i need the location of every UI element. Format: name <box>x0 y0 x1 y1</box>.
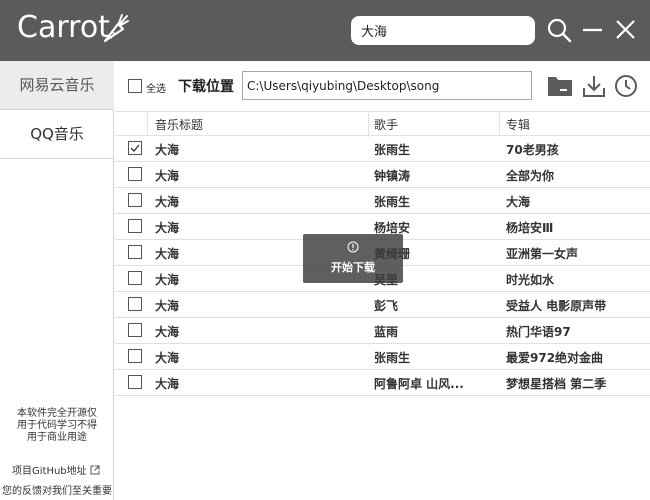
disclaimer-line: 用于商业用途 <box>27 432 87 443</box>
cell-album: 受益人 电影原声带 <box>506 299 607 313</box>
history-clock-icon[interactable] <box>614 74 638 98</box>
cell-artist: 阿鲁阿卓 山风... <box>374 377 464 391</box>
cell-title: 大海 <box>155 273 180 287</box>
download-location-label: 下载位置 <box>178 79 234 95</box>
search-icon[interactable] <box>546 17 572 43</box>
check-icon <box>130 144 140 152</box>
row-checkbox[interactable] <box>128 193 142 207</box>
row-checkbox[interactable] <box>128 297 142 311</box>
external-link-icon <box>90 465 100 475</box>
table-row[interactable]: 大海 钟镇涛 全部为你 <box>115 162 650 188</box>
cell-title: 大海 <box>155 299 180 313</box>
column-divider <box>368 112 369 136</box>
column-divider <box>147 112 148 136</box>
download-toast: 开始下载 <box>303 234 403 283</box>
app-logo: Carrot <box>17 10 110 45</box>
search-input[interactable] <box>351 16 535 45</box>
sidebar-item-qq[interactable]: QQ音乐 <box>0 110 114 159</box>
cell-title: 大海 <box>155 143 180 157</box>
title-bar: Carrot <box>0 0 650 61</box>
row-checkbox[interactable] <box>128 323 142 337</box>
close-icon[interactable] <box>613 17 639 43</box>
cell-artist: 张雨生 <box>374 195 411 209</box>
download-icon[interactable] <box>582 74 606 98</box>
minimize-icon[interactable] <box>580 17 606 43</box>
header-title[interactable]: 音乐标题 <box>155 116 203 133</box>
select-all-checkbox[interactable] <box>128 79 142 93</box>
table-row[interactable]: 大海 彭飞 受益人 电影原声带 <box>115 292 650 318</box>
cell-album: 杨培安Ⅲ <box>506 221 554 235</box>
cell-title: 大海 <box>155 221 180 235</box>
song-table: 音乐标题 歌手 专辑 大海 张雨生 70老男孩 大海 钟镇涛 全部为你 大海 张雨生 大海 大海杨… <box>115 111 650 500</box>
cell-album: 70老男孩 <box>506 143 559 157</box>
table-header: 音乐标题 歌手 专辑 <box>115 111 650 136</box>
table-row[interactable]: 大海 蓝雨 热门华语97 <box>115 318 650 344</box>
disclaimer-line: 本软件完全开源仅 <box>17 408 97 419</box>
github-link[interactable]: 项目GitHub地址 <box>12 462 100 477</box>
download-path-input[interactable] <box>242 71 532 100</box>
disclaimer-text: 本软件完全开源仅 用于代码学习不得 用于商业用途 <box>0 408 114 444</box>
row-checkbox[interactable] <box>128 245 142 259</box>
cell-album: 时光如水 <box>506 273 555 287</box>
cell-title: 大海 <box>155 325 180 339</box>
toolbar: 全选 下载位置 <box>115 61 650 111</box>
cell-album: 最爱972绝对金曲 <box>506 351 604 365</box>
row-checkbox[interactable] <box>128 141 142 155</box>
header-artist[interactable]: 歌手 <box>374 116 398 133</box>
disclaimer-line: 用于代码学习不得 <box>17 420 97 431</box>
sidebar: 网易云音乐 QQ音乐 本软件完全开源仅 用于代码学习不得 用于商业用途 项目Gi… <box>0 61 114 500</box>
folder-icon[interactable] <box>547 75 573 97</box>
feedback-link[interactable]: 您的反馈对我们至关重要 <box>2 482 112 497</box>
toast-text: 开始下载 <box>331 261 375 274</box>
cell-album: 大海 <box>506 195 531 209</box>
row-checkbox[interactable] <box>128 375 142 389</box>
info-circle-icon <box>347 241 359 253</box>
header-album[interactable]: 专辑 <box>506 116 530 133</box>
select-all-label: 全选 <box>146 84 166 95</box>
cell-title: 大海 <box>155 195 180 209</box>
cell-album: 全部为你 <box>506 169 555 183</box>
cell-title: 大海 <box>155 377 180 391</box>
cell-artist: 彭飞 <box>374 299 399 313</box>
github-link-label: 项目GitHub地址 <box>12 466 87 477</box>
column-divider <box>499 112 500 136</box>
table-row[interactable]: 大海 张雨生 70老男孩 <box>115 136 650 162</box>
cell-title: 大海 <box>155 351 180 365</box>
row-checkbox[interactable] <box>128 219 142 233</box>
cell-artist: 张雨生 <box>374 351 411 365</box>
cell-album: 热门华语97 <box>506 325 571 339</box>
carrot-logo-icon <box>103 14 129 43</box>
table-row[interactable]: 大海 张雨生 大海 <box>115 188 650 214</box>
table-row[interactable]: 大海 张雨生 最爱972绝对金曲 <box>115 344 650 370</box>
cell-title: 大海 <box>155 247 180 261</box>
cell-artist: 蓝雨 <box>374 325 399 339</box>
row-checkbox[interactable] <box>128 349 142 363</box>
cell-album: 梦想星搭档 第二季 <box>506 377 607 391</box>
cell-album: 亚洲第一女声 <box>506 247 579 261</box>
row-checkbox[interactable] <box>128 271 142 285</box>
cell-artist: 张雨生 <box>374 143 411 157</box>
cell-title: 大海 <box>155 169 180 183</box>
sidebar-item-netease[interactable]: 网易云音乐 <box>0 61 114 110</box>
row-checkbox[interactable] <box>128 167 142 181</box>
table-row[interactable]: 大海 阿鲁阿卓 山风... 梦想星搭档 第二季 <box>115 370 650 396</box>
cell-artist: 钟镇涛 <box>374 169 411 183</box>
